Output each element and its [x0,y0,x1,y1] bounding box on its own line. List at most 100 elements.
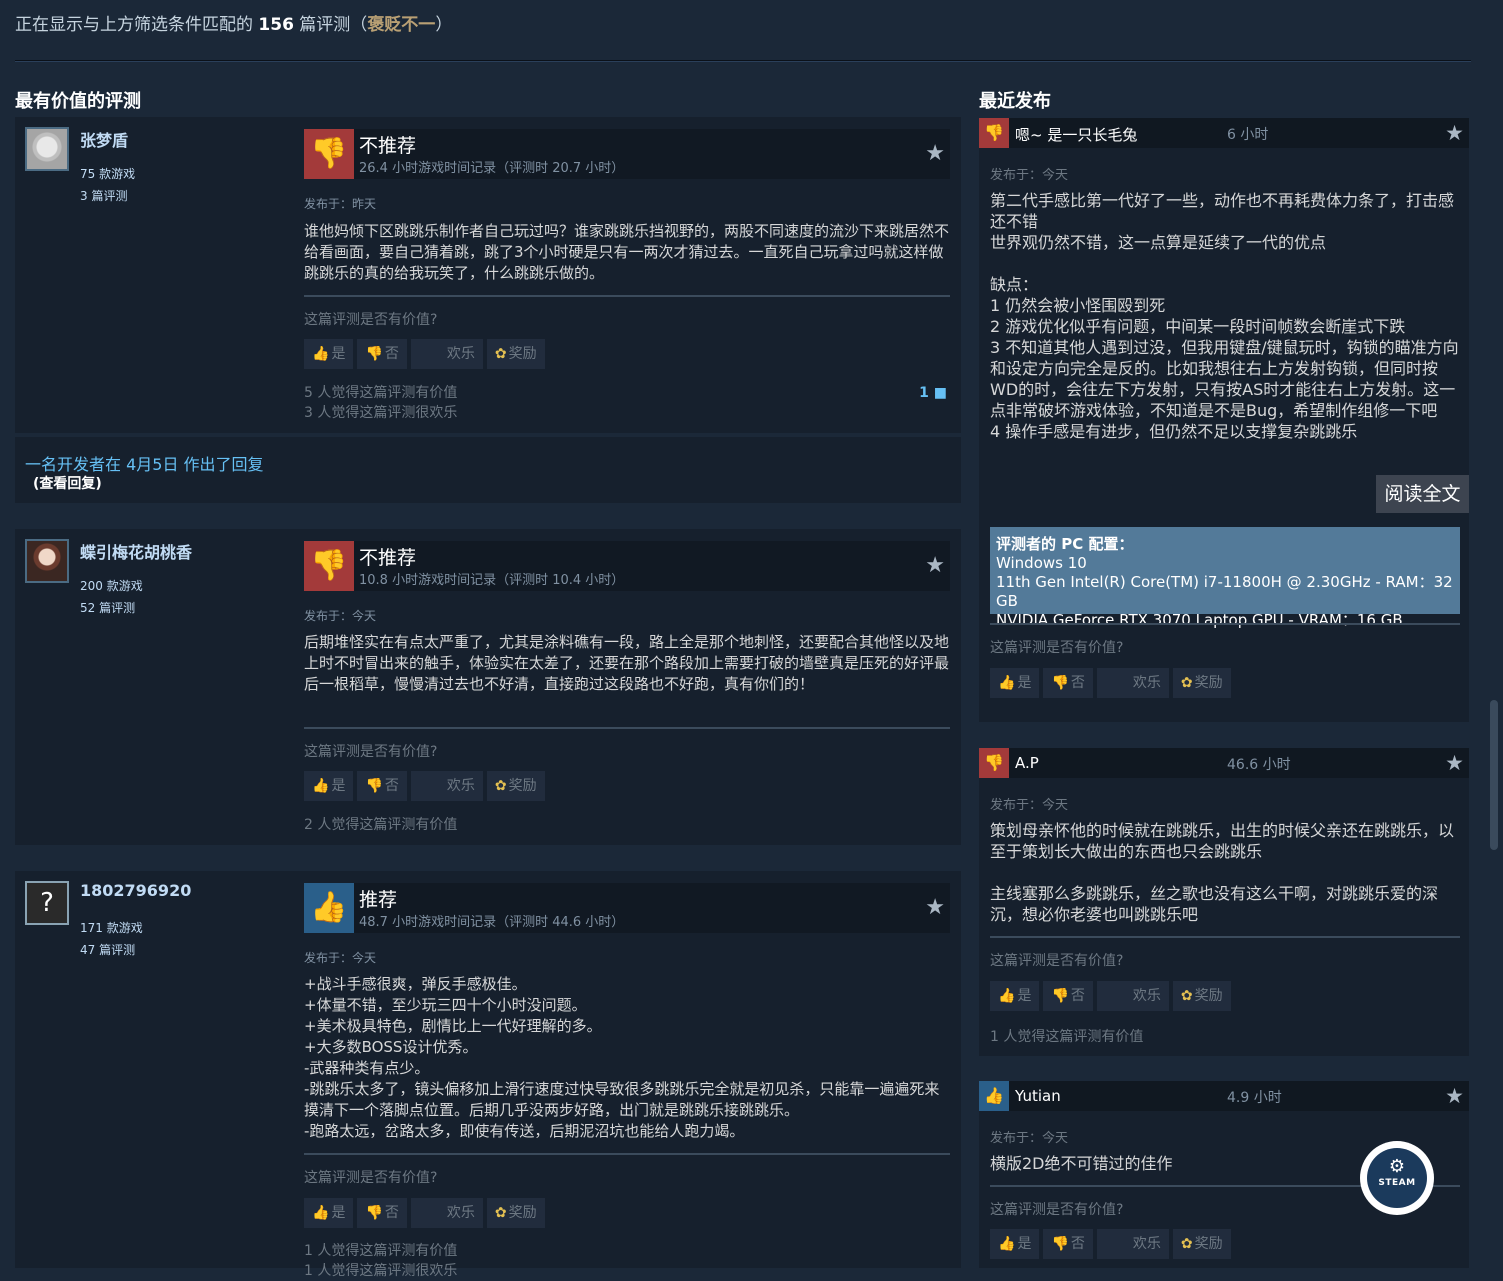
playtime: 4.9 小时 [1227,1090,1282,1106]
vote-yes-button[interactable]: 👍 是 [304,1198,354,1228]
view-reply-link[interactable]: (查看回复) [33,473,102,493]
avatar[interactable]: ? [25,881,69,925]
author-name[interactable]: 1802796920 [80,881,191,900]
review-content: 第二代手感比第一代好了一些，动作也不再耗费体力条了，打击感还不错 世界观仍然不错… [990,191,1459,441]
recent-review-header[interactable]: 👍 Yutian 4.9 小时 ★ [979,1081,1469,1111]
playtime: 6 小时 [1227,127,1269,143]
verdict: 不推荐 [359,135,417,157]
review-card: 张梦盾 75 款游戏 3 篇评测 👎 不推荐 26.4 小时游戏时间记录（评测时… [15,117,961,433]
vote-no-button[interactable]: 👎 否 [1043,1229,1093,1259]
helpful-question: 这篇评测是否有价值? [990,640,1124,656]
vote-funny-button[interactable]: 欢乐 [1096,1229,1169,1259]
recent-review-header[interactable]: 👎 嗯~ 是一只长毛兔 6 小时 ★ [979,118,1469,148]
award-button[interactable]: ✿ 奖励 [486,1198,545,1228]
comment-icon: ■ [933,385,947,401]
thumbs-up-icon: 👍 [312,1205,330,1221]
vote-funny-button[interactable]: 欢乐 [1096,981,1169,1011]
vote-no-button[interactable]: 👎 否 [357,1198,407,1228]
thumbs-up-icon: 👍 [979,1081,1009,1111]
comment-count-button[interactable]: 1 ■ [919,385,947,401]
vote-no-button[interactable]: 👎 否 [1043,981,1093,1011]
helpful-question: 这篇评测是否有价值? [304,312,438,328]
spec-os: Windows 10 [996,554,1087,572]
review-content: 后期堆怪实在有点太严重了，尤其是涂料礁有一段，路上全是那个地刺怪，还要配合其他怪… [304,633,950,693]
steam-button[interactable]: ⚙ STEAM [1360,1141,1434,1215]
award-icon: ✿ [1180,675,1193,691]
vote-buttons: 👍 是 👎 否欢乐 ✿ 奖励 [304,771,549,801]
verdict: 推荐 [359,889,398,911]
vote-yes-button[interactable]: 👍 是 [990,981,1040,1011]
helpful-question: 这篇评测是否有价值? [990,953,1124,969]
vote-no-button[interactable]: 👎 否 [357,771,407,801]
posted-date: 发布于：今天 [990,1131,1069,1146]
avatar[interactable] [25,127,69,171]
award-button[interactable]: ✿ 奖励 [1172,981,1231,1011]
review-summary: 正在显示与上方筛选条件匹配的 156 篇评测（褒贬不一） [15,15,453,35]
vote-yes-button[interactable]: 👍 是 [990,1229,1040,1259]
vote-funny-button[interactable]: 欢乐 [410,771,483,801]
author-games[interactable]: 171 款游戏 [80,919,143,936]
star-icon: ★ [925,553,945,578]
author-games[interactable]: 200 款游戏 [80,577,143,594]
developer-reply-link[interactable]: 一名开发者在 4月5日 作出了回复 [25,451,264,475]
award-icon: ✿ [494,778,507,794]
vote-header[interactable]: 👍 推荐 48.7 小时游戏时间记录（评测时 44.6 小时） ★ [304,883,950,933]
author-name[interactable]: 张梦盾 [80,127,128,151]
review-count: 156 [258,15,294,35]
avatar[interactable] [25,539,69,583]
award-button[interactable]: ✿ 奖励 [486,771,545,801]
helpful-question: 这篇评测是否有价值? [304,1170,438,1186]
author-name[interactable]: 蝶引梅花胡桃香 [80,539,192,563]
author-name[interactable]: 嗯~ 是一只长毛兔 [1015,124,1137,145]
vote-yes-button[interactable]: 👍 是 [304,339,354,369]
developer-reply[interactable]: 一名开发者在 4月5日 作出了回复 (查看回复) [15,437,961,503]
thumbs-up-badge: 👍 [304,883,354,933]
thumbs-up-icon: 👍 [998,988,1016,1004]
author-name[interactable]: A.P [1015,754,1039,772]
vote-buttons: 👍 是 👎 否欢乐 ✿ 奖励 [990,981,1235,1011]
helpful-count: 1 人觉得这篇评测有价值 [990,1029,1144,1045]
rating-label[interactable]: 褒贬不一 [367,15,435,35]
vote-yes-button[interactable]: 👍 是 [304,771,354,801]
author-name[interactable]: Yutian [1015,1087,1061,1105]
award-button[interactable]: ✿ 奖励 [1172,668,1231,698]
vote-buttons: 👍 是 👎 否欢乐 ✿ 奖励 [990,1229,1235,1259]
award-button[interactable]: ✿ 奖励 [1172,1229,1231,1259]
playtime: 26.4 小时游戏时间记录（评测时 20.7 小时） [359,161,625,176]
content-fade [990,442,1460,466]
vote-funny-button[interactable]: 欢乐 [410,1198,483,1228]
vote-header[interactable]: 👎 不推荐 26.4 小时游戏时间记录（评测时 20.7 小时） ★ [304,129,950,179]
helpful-count: 5 人觉得这篇评测有价值 [304,385,458,401]
vote-funny-button[interactable]: 欢乐 [1096,668,1169,698]
vote-no-button[interactable]: 👎 否 [357,339,407,369]
recent-review-card: 👎 嗯~ 是一只长毛兔 6 小时 ★ 发布于：今天 第二代手感比第一代好了一些，… [979,118,1469,722]
vote-yes-button[interactable]: 👍 是 [990,668,1040,698]
funny-count: 3 人觉得这篇评测很欢乐 [304,405,458,421]
review-content: 谁他妈倾下区跳跳乐制作者自己玩过吗？谁家跳跳乐挡视野的，两股不同速度的流沙下来跳… [304,222,950,282]
author-reviews[interactable]: 3 篇评测 [80,187,127,204]
spec-gpu: NVIDIA GeForce RTX 3070 Laptop GPU - VRA… [996,611,1403,629]
author-reviews[interactable]: 47 篇评测 [80,941,135,958]
vote-header[interactable]: 👎 不推荐 10.8 小时游戏时间记录（评测时 10.4 小时） ★ [304,541,950,591]
spec-cpu: 11th Gen Intel(R) Core(TM) i7-11800H @ 2… [996,573,1453,610]
award-icon: ✿ [494,346,507,362]
vote-funny-button[interactable]: 欢乐 [410,339,483,369]
author-reviews[interactable]: 52 篇评测 [80,599,135,616]
helpful-count: 2 人觉得这篇评测有价值 [304,817,458,833]
recent-review-header[interactable]: 👎 A.P 46.6 小时 ★ [979,748,1469,778]
divider [304,295,950,297]
thumbs-up-icon: 👍 [310,890,348,925]
recent-title: 最近发布 [979,91,1051,112]
read-more-button[interactable]: 阅读全文 [1376,475,1469,513]
review-card: 蝶引梅花胡桃香 200 款游戏 52 篇评测 👎 不推荐 10.8 小时游戏时间… [15,529,961,845]
vote-no-button[interactable]: 👎 否 [1043,668,1093,698]
scrollbar-thumb[interactable] [1490,700,1498,850]
author-games[interactable]: 75 款游戏 [80,165,135,182]
posted-date: 发布于：今天 [990,168,1069,183]
divider [304,727,950,729]
award-icon: ✿ [1180,988,1193,1004]
posted-date: 发布于：今天 [990,798,1069,813]
award-button[interactable]: ✿ 奖励 [486,339,545,369]
thumbs-down-icon: 👎 [979,118,1009,148]
thumbs-up-icon: 👍 [312,778,330,794]
